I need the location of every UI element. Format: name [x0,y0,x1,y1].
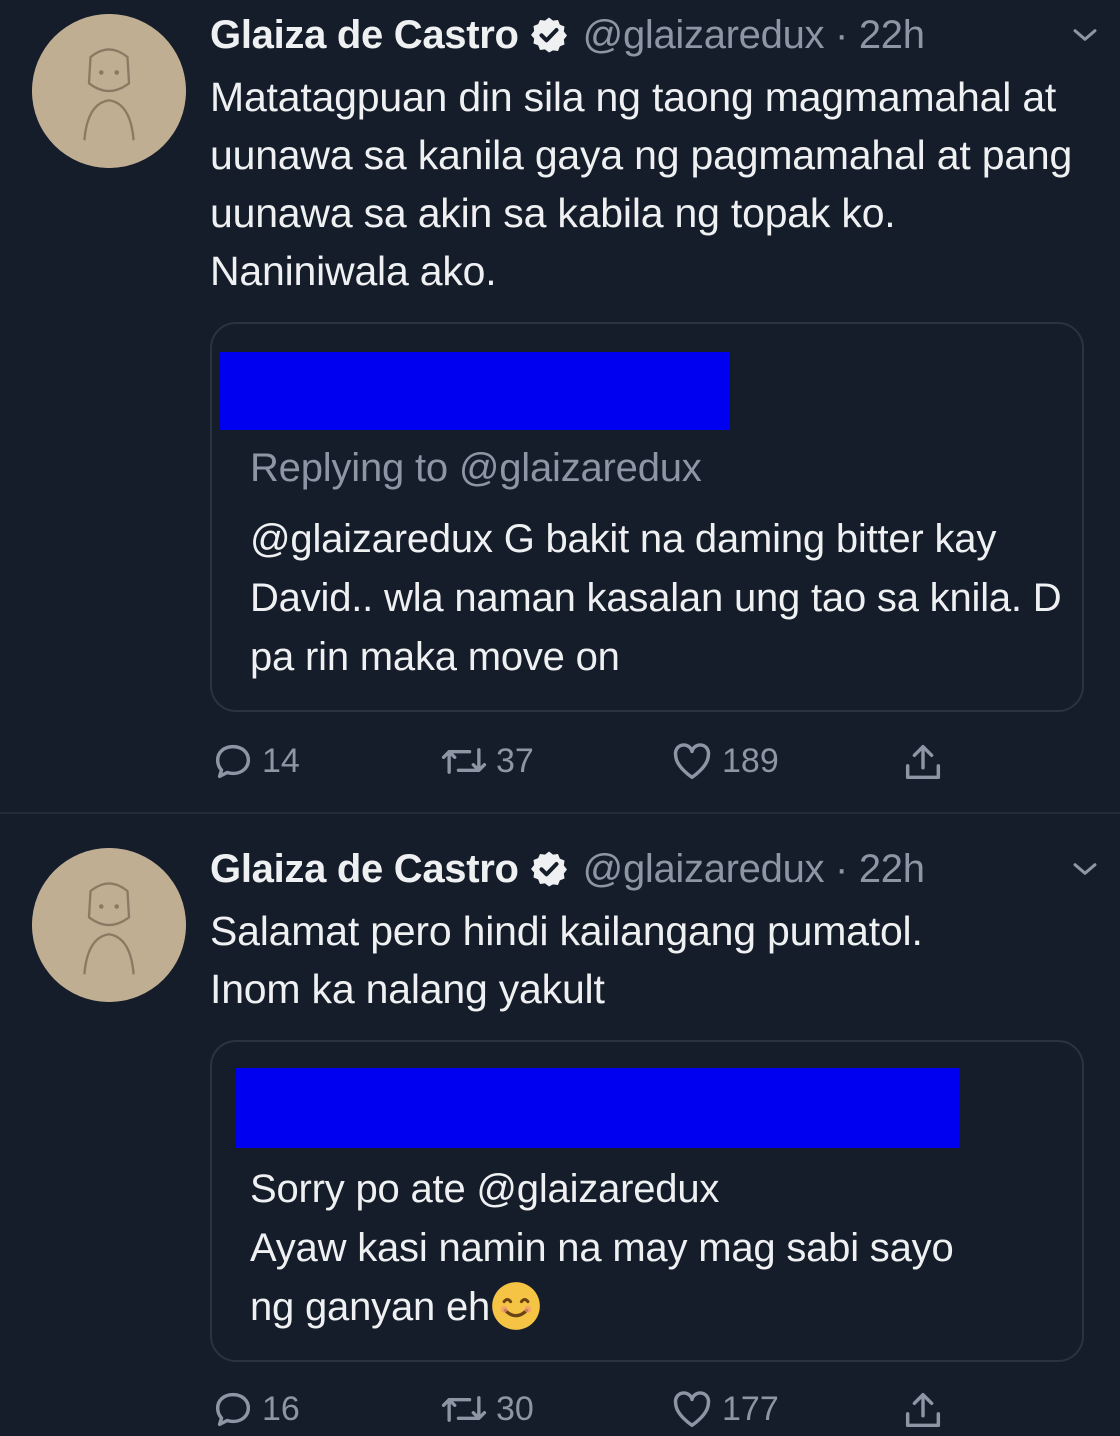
quoted-text: Sorry po ate @glaizaredux Ayaw kasi nami… [250,1160,1070,1337]
reply-icon [215,1392,251,1427]
retweet-button[interactable]: 37 [438,738,534,784]
share-button[interactable] [900,738,946,786]
tweet-2[interactable]: Glaiza de Castro @glaizaredux · 22h Sala… [0,814,1120,1435]
quoted-text: @glaizaredux G bakit na daming bitter ka… [250,517,1062,679]
chevron-down-icon[interactable] [1068,852,1102,886]
redacted-author [220,352,730,430]
like-icon [673,743,711,780]
share-icon [905,744,941,780]
like-count: 177 [722,1389,779,1428]
chevron-down-icon[interactable] [1068,18,1102,52]
quoted-tweet[interactable]: Replying to @glaizaredux @glaizaredux G … [210,322,1084,712]
author-handle-time[interactable]: @glaizaredux · 22h [583,13,925,58]
avatar[interactable] [32,848,186,1002]
like-button[interactable]: 177 [668,1386,779,1432]
retweet-count: 37 [496,741,534,780]
quoted-text-line: Ayaw kasi namin na may mag sabi sayo [250,1226,954,1270]
reply-count: 16 [262,1389,300,1428]
quoted-text-line: Sorry po ate @glaizaredux [250,1167,720,1211]
like-icon [673,1391,711,1428]
author-name[interactable]: Glaiza de Castro [210,847,519,892]
tweet-text: Matatagpuan din sila ng taong magmamahal… [210,74,1073,294]
smiling-face-emoji [490,1280,542,1332]
reply-button[interactable]: 16 [210,1386,300,1432]
tweet-actions: 16 30 177 [210,1386,970,1436]
retweet-button[interactable]: 30 [438,1386,534,1432]
reply-count: 14 [262,741,300,780]
retweet-icon [441,748,487,774]
tweet-actions: 14 37 189 [210,738,970,788]
share-button[interactable] [900,1386,946,1434]
tweet-text: Salamat pero hindi kailangang pumatol. I… [210,902,1090,1018]
author-handle-time[interactable]: @glaizaredux · 22h [583,847,925,892]
author-name[interactable]: Glaiza de Castro [210,13,519,58]
verified-badge-icon [529,15,569,55]
tweet-header: Glaiza de Castro @glaizaredux · 22h [210,10,925,60]
retweet-icon [441,1396,487,1422]
retweet-count: 30 [496,1389,534,1428]
tweet-text-line: Salamat pero hindi kailangang pumatol. [210,908,923,954]
quoted-text-line: ng ganyan eh [250,1278,1070,1337]
tweet-text-line: Inom ka nalang yakult [210,966,605,1012]
share-icon [905,1392,941,1428]
replying-to: Replying to @glaizaredux [250,446,702,490]
like-count: 189 [722,741,779,780]
reply-icon [215,744,251,779]
verified-badge-icon [529,849,569,889]
reply-button[interactable]: 14 [210,738,300,784]
quoted-tweet[interactable]: Sorry po ate @glaizaredux Ayaw kasi nami… [210,1040,1084,1362]
avatar[interactable] [32,14,186,168]
redacted-author [236,1068,960,1148]
tweet-header: Glaiza de Castro @glaizaredux · 22h [210,844,925,894]
like-button[interactable]: 189 [668,738,779,784]
tweet-1[interactable]: Glaiza de Castro @glaizaredux · 22h Mata… [0,0,1120,810]
